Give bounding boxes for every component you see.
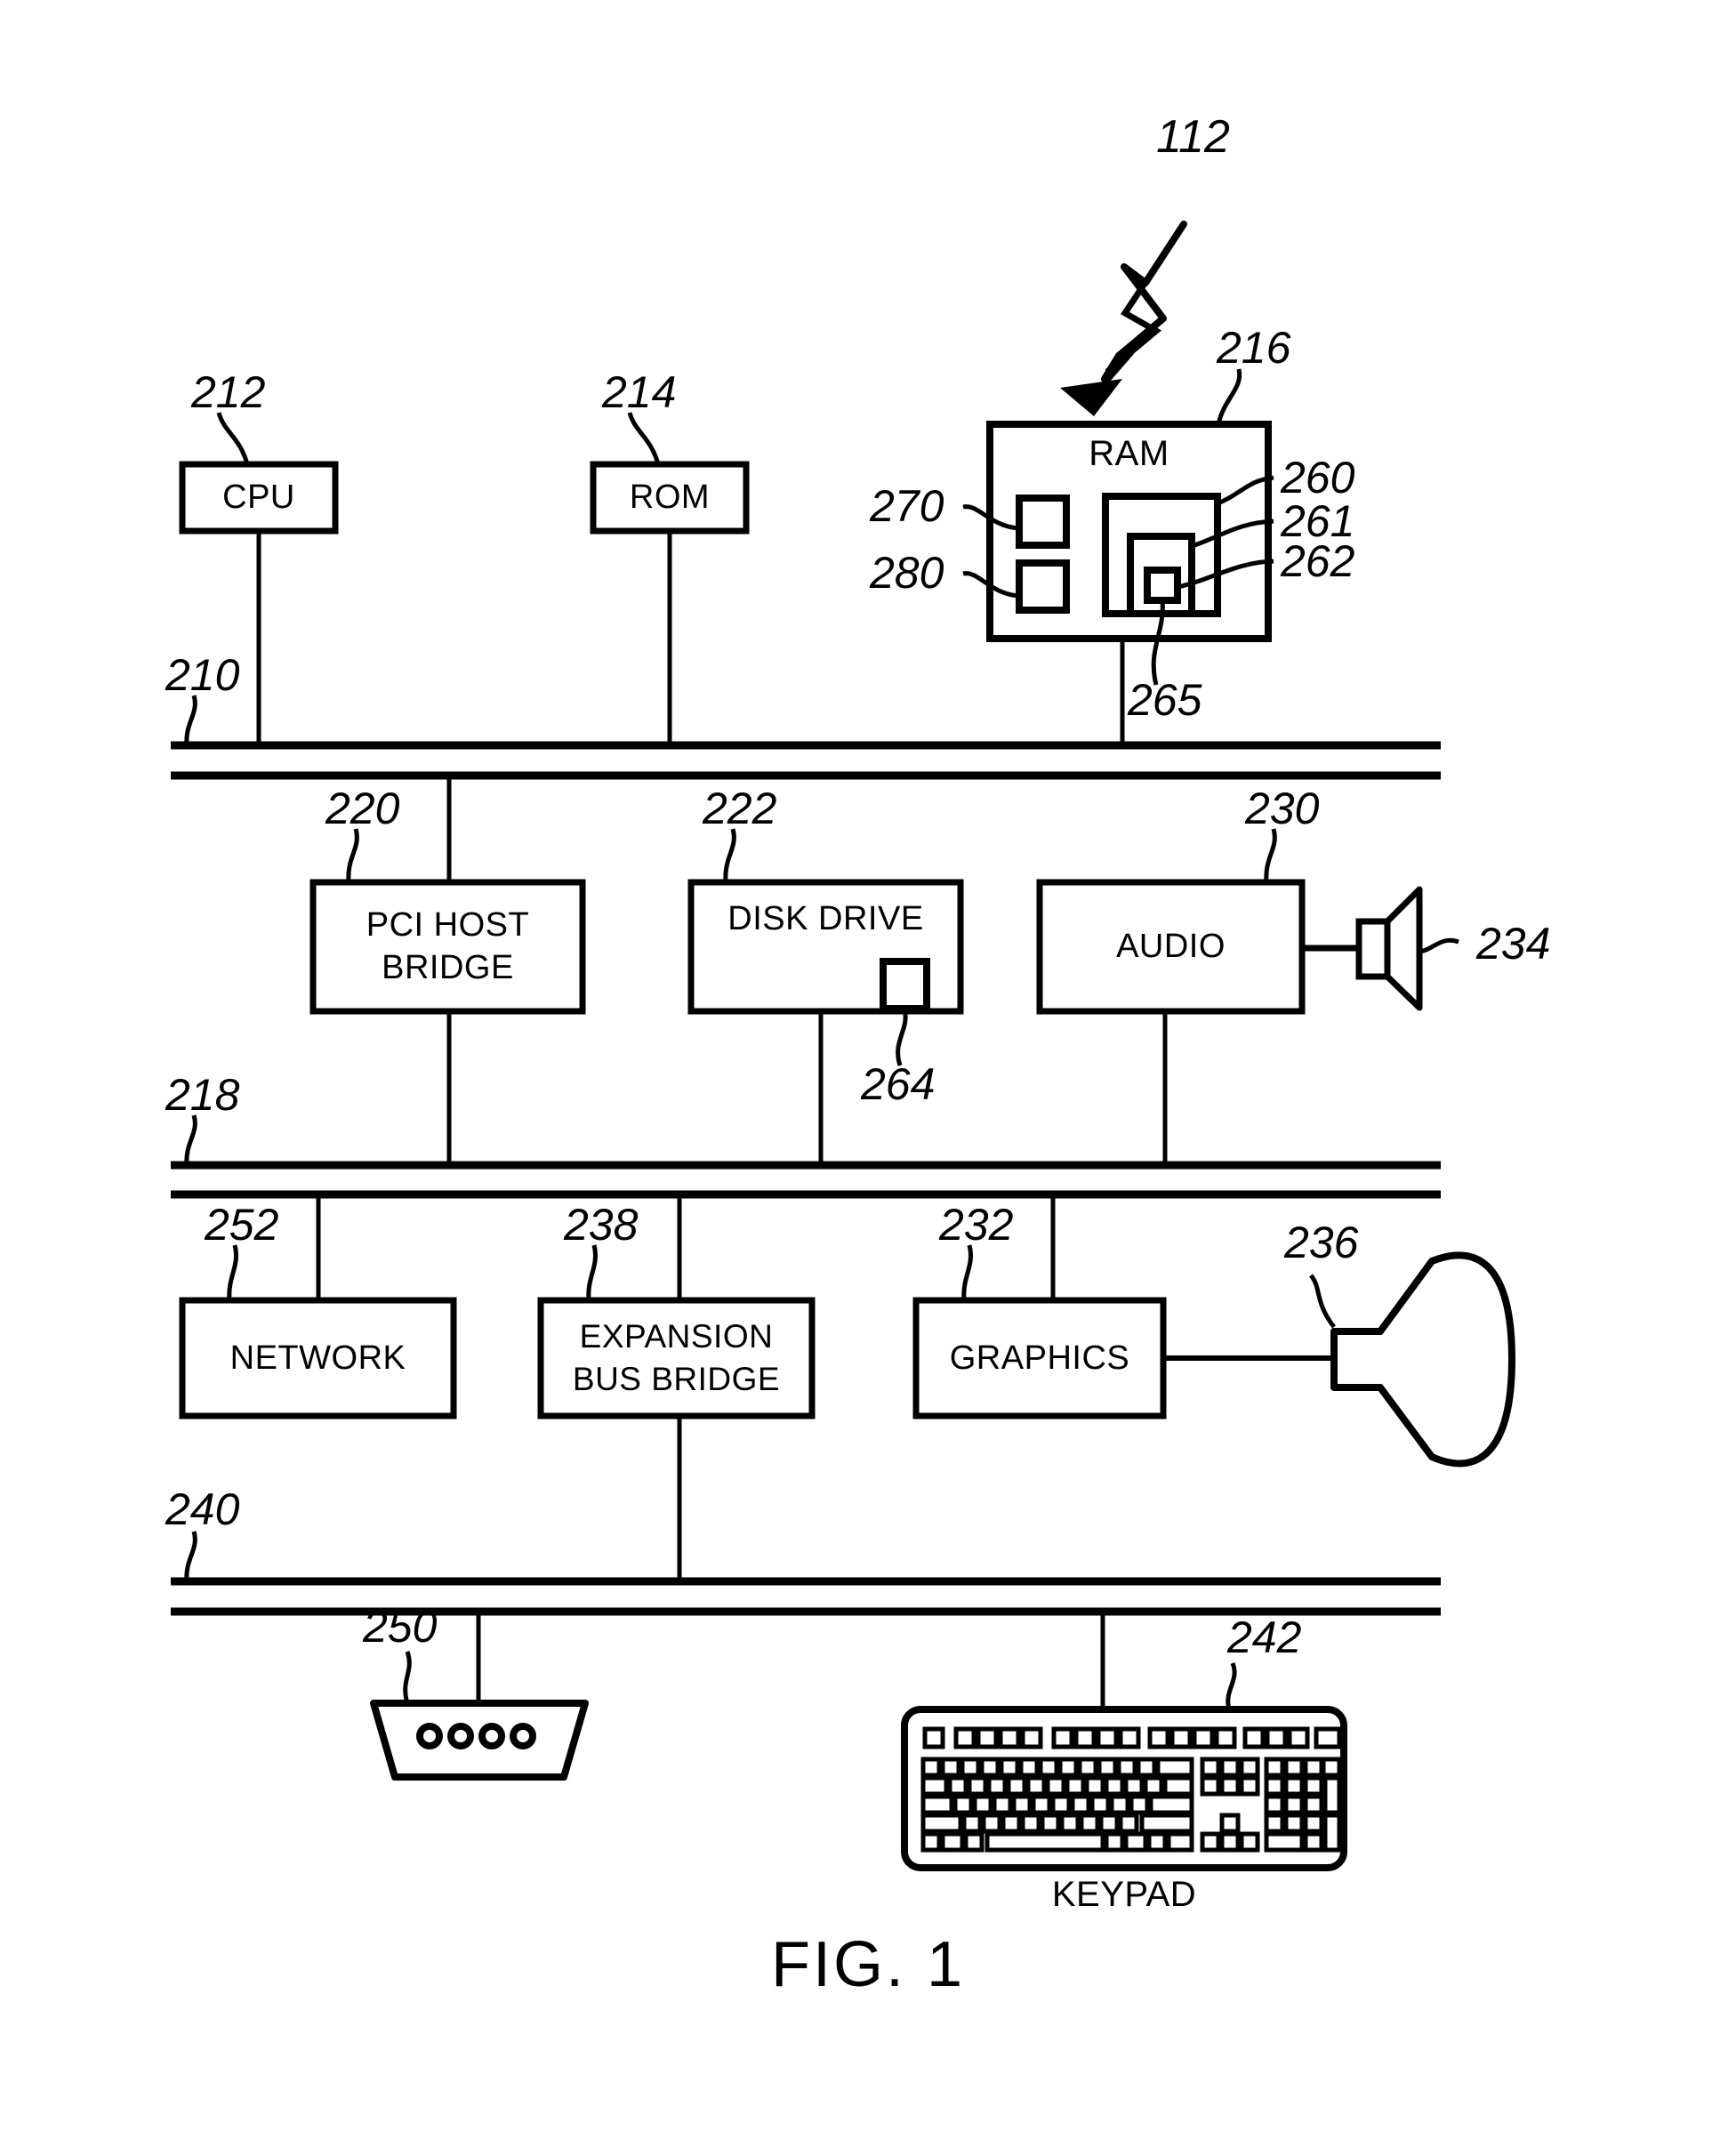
ref-218: 218 xyxy=(165,1070,240,1120)
ram-subblock-262 xyxy=(1144,567,1181,604)
system-bus-210 xyxy=(171,695,1441,780)
ref-280: 280 xyxy=(870,548,944,598)
expansion-bus-bridge-label: EXPANSION BUS BRIDGE xyxy=(541,1300,812,1416)
ref-212: 212 xyxy=(191,367,266,417)
display-icon xyxy=(1330,1251,1515,1468)
ref-230: 230 xyxy=(1245,784,1320,833)
cpu-label: CPU xyxy=(222,478,295,516)
ref-242: 242 xyxy=(1227,1612,1302,1662)
rom-label: ROM xyxy=(629,478,711,516)
ref-270: 270 xyxy=(870,481,944,531)
ref-250: 250 xyxy=(363,1602,438,1652)
audio-label: AUDIO xyxy=(1116,928,1226,965)
ref-252: 252 xyxy=(205,1200,279,1250)
pci-label-line2: BRIDGE xyxy=(382,948,514,986)
disk-media-264 xyxy=(880,958,930,1012)
ref-220: 220 xyxy=(326,784,400,833)
patent-figure-1: 112 212 CPU 214 ROM 216 RAM 270 280 260 … xyxy=(0,0,1736,2139)
expansion-bus-240 xyxy=(171,1531,1441,1616)
ref-234: 234 xyxy=(1476,919,1551,969)
pci-host-bridge-label: PCI HOST BRIDGE xyxy=(313,882,583,1011)
figure-caption: FIG. 1 xyxy=(770,1929,966,2000)
ref-238: 238 xyxy=(564,1200,639,1250)
ref-240: 240 xyxy=(165,1484,240,1534)
ram-label: RAM xyxy=(1089,434,1169,473)
ref-214: 214 xyxy=(602,367,677,417)
ref-264: 264 xyxy=(861,1059,936,1109)
ref-236: 236 xyxy=(1284,1218,1359,1267)
ram-subblock-270 xyxy=(1016,495,1070,549)
expansion-label-line2: BUS BRIDGE xyxy=(572,1361,781,1397)
ref-210: 210 xyxy=(165,650,240,700)
ref-222: 222 xyxy=(703,784,777,833)
disk-drive-label: DISK DRIVE xyxy=(727,900,924,937)
network-label: NETWORK xyxy=(229,1339,406,1377)
disk-drive-block xyxy=(687,828,964,1165)
ram-subblock-280 xyxy=(1016,559,1070,614)
ref-262: 262 xyxy=(1281,536,1355,586)
pci-label-line1: PCI HOST xyxy=(366,906,530,944)
ref-112: 112 xyxy=(1156,111,1230,163)
expansion-label-line1: EXPANSION xyxy=(579,1317,774,1355)
pci-bus-218 xyxy=(171,1114,1441,1199)
system-pointer-arrow xyxy=(1060,221,1187,416)
ref-232: 232 xyxy=(939,1200,1014,1250)
speaker-icon xyxy=(1355,886,1423,1011)
graphics-label: GRAPHICS xyxy=(949,1339,1130,1377)
keyboard-icon xyxy=(901,1662,1347,1871)
ref-216: 216 xyxy=(1217,323,1291,373)
ram-block xyxy=(962,368,1274,745)
keypad-label: KEYPAD xyxy=(1051,1875,1197,1914)
rom-block xyxy=(590,412,750,745)
ref-265: 265 xyxy=(1128,675,1202,725)
